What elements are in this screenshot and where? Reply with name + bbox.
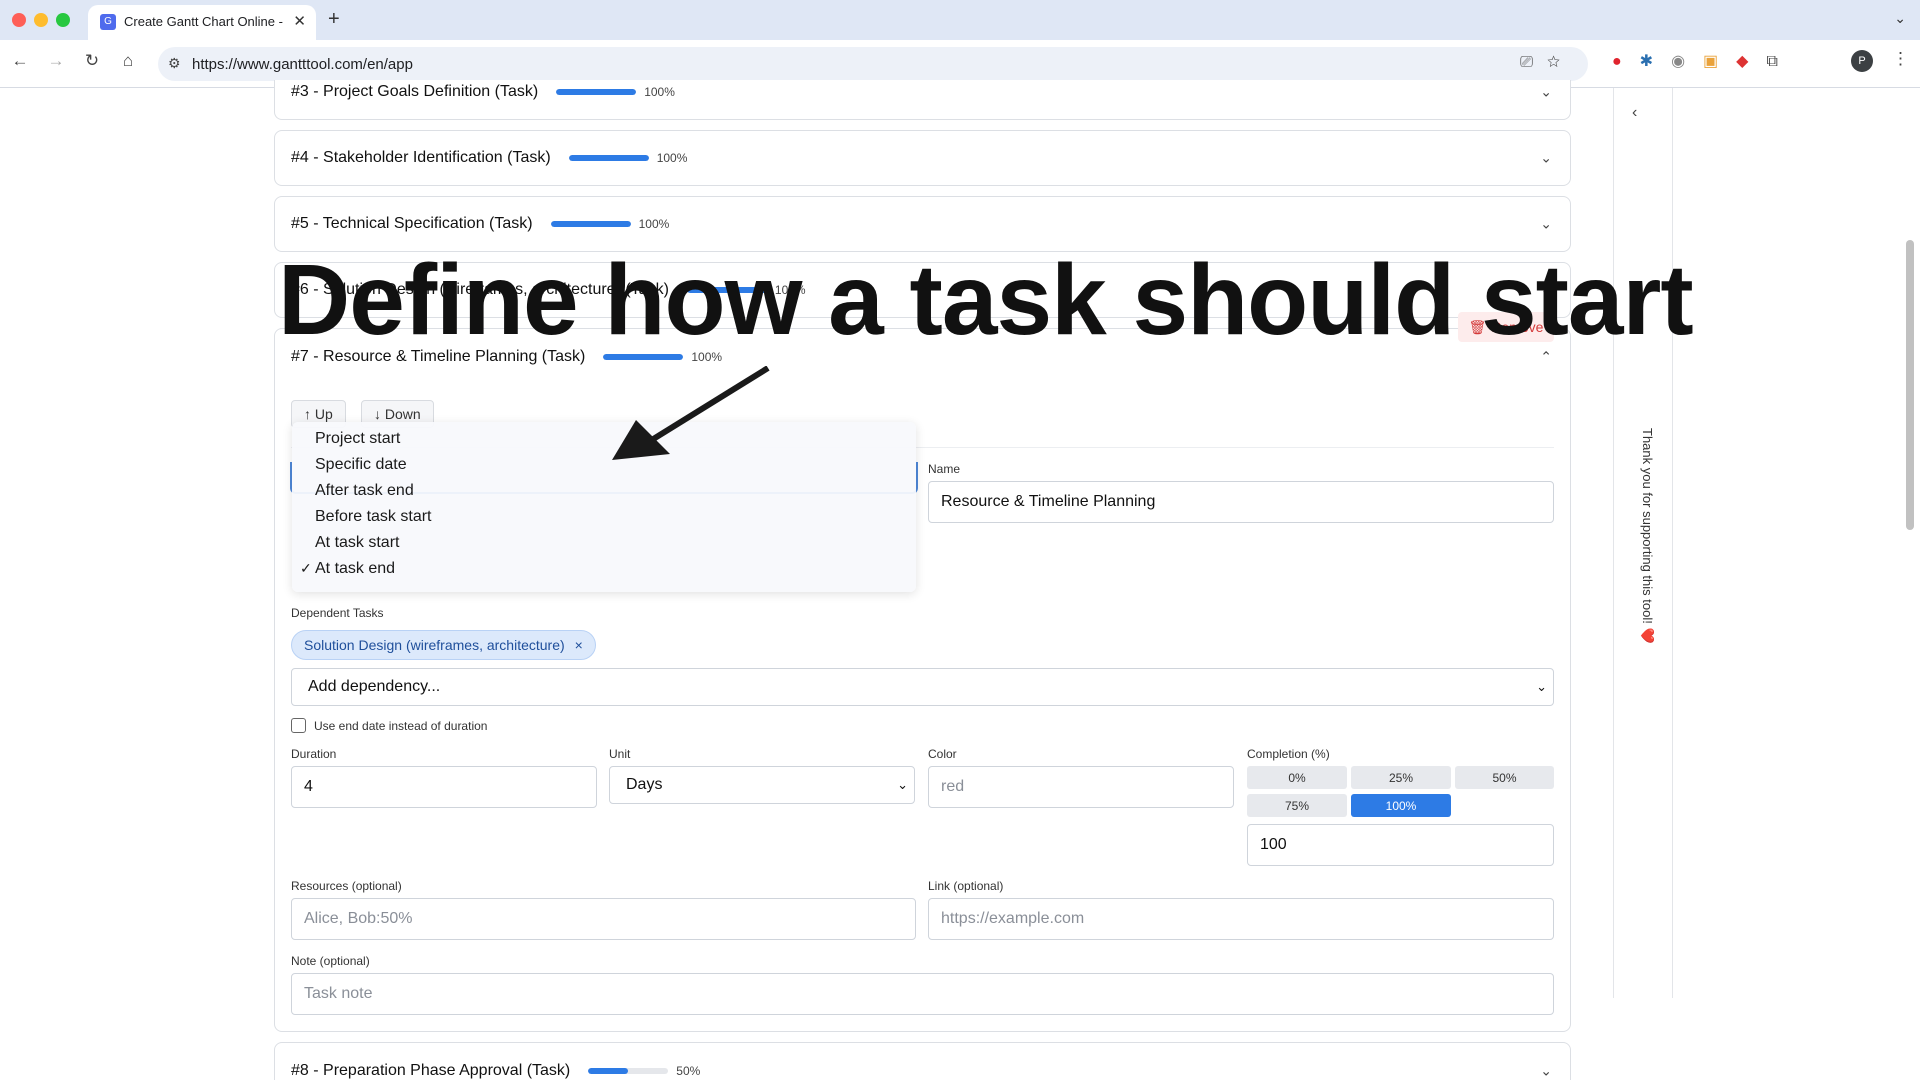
tutorial-headline: Define how a task should start (278, 244, 1694, 356)
tab-close-icon[interactable]: ✕ (293, 12, 306, 30)
close-window-button[interactable] (12, 13, 26, 27)
task-title: #8 - Preparation Phase Approval (Task) (291, 1062, 571, 1079)
install-app-icon[interactable]: ⎚ (1520, 54, 1547, 71)
task-progress-label: 100% (638, 217, 670, 231)
chevron-down-icon[interactable]: ⌄ (1540, 1063, 1552, 1080)
browser-tab[interactable]: G Create Gantt Chart Online - F ✕ (88, 5, 316, 40)
name-input[interactable]: Resource & Timeline Planning (928, 481, 1554, 523)
completion-label: Completion (%) (1247, 747, 1330, 761)
zoom-window-button[interactable] (56, 13, 70, 27)
dropdown-option[interactable]: At task start (315, 534, 399, 552)
checkmark-icon: ✓ (300, 560, 312, 576)
chevron-down-icon: ⌄ (1536, 679, 1547, 694)
url-text[interactable]: https://www.gantttool.com/en/app (192, 56, 413, 73)
use-end-date-label: Use end date instead of duration (314, 719, 488, 733)
note-extension-icon[interactable]: ▣ (1703, 53, 1736, 70)
link-label: Link (optional) (928, 879, 1004, 893)
dependent-tasks-label: Dependent Tasks (291, 606, 384, 620)
completion-25-button[interactable]: 25% (1351, 766, 1451, 789)
color-label: Color (928, 747, 957, 761)
close-icon[interactable]: × (575, 637, 583, 653)
completion-75-button[interactable]: 75% (1247, 794, 1347, 817)
profile-avatar[interactable]: P (1851, 50, 1873, 72)
arrow-down-icon: ↓ (374, 406, 385, 422)
tab-title: Create Gantt Chart Online - F (124, 14, 284, 29)
page-scrollbar[interactable] (1906, 240, 1914, 530)
task-progress-bar (568, 155, 649, 161)
task-title: #3 - Project Goals Definition (Task) (291, 82, 539, 100)
name-label: Name (928, 462, 961, 476)
completion-100-button[interactable]: 100% (1351, 794, 1451, 817)
dropdown-option[interactable]: After task end (315, 482, 414, 500)
duration-label: Duration (291, 747, 337, 761)
favicon-icon: G (100, 14, 116, 30)
puzzle-extensions-icon[interactable]: ⧉ (1766, 53, 1795, 70)
task-progress-label: 50% (676, 1064, 701, 1078)
task-progress-label: 100% (656, 151, 688, 165)
completion-0-button[interactable]: 0% (1247, 766, 1347, 789)
chevron-left-icon[interactable]: ‹ (1632, 104, 1637, 122)
task-progress-bar (588, 1068, 669, 1074)
resources-input[interactable]: Alice, Bob:50% (291, 898, 916, 940)
back-icon[interactable]: ← (8, 51, 32, 71)
completion-input[interactable]: 100 (1247, 824, 1554, 866)
task-progress-bar (550, 221, 631, 227)
task-header: #8 - Preparation Phase Approval (Task) 5… (291, 1043, 700, 1080)
start-type-dropdown: Project start Specific date After task e… (292, 422, 916, 592)
dropdown-option[interactable]: Before task start (315, 508, 432, 526)
browser-chrome: G Create Gantt Chart Online - F ✕ + ⌄ ← … (0, 0, 1920, 88)
link-input[interactable]: https://example.com (928, 898, 1554, 940)
support-text: Thank you for supporting this tool! ❤️ (1640, 428, 1655, 644)
task-title: #4 - Stakeholder Identification (Task) (291, 149, 551, 166)
use-end-date-checkbox[interactable] (291, 718, 306, 733)
note-label: Note (optional) (291, 954, 370, 968)
task-header: #3 - Project Goals Definition (Task) 100… (291, 72, 675, 111)
chevron-down-icon[interactable]: ⌄ (1540, 84, 1552, 101)
task-card[interactable]: #3 - Project Goals Definition (Task) 100… (274, 80, 1571, 120)
task-progress-label: 100% (644, 84, 675, 99)
dependency-chip: Solution Design (wireframes, architectur… (291, 630, 596, 660)
task-card[interactable]: #4 - Stakeholder Identification (Task) 1… (274, 130, 1571, 186)
chevron-down-icon[interactable]: ⌄ (1540, 216, 1552, 233)
resources-label: Resources (optional) (291, 879, 402, 893)
new-tab-icon[interactable]: + (328, 8, 340, 31)
unit-select[interactable]: Days ⌄ (609, 766, 915, 804)
chevron-down-icon: ⌄ (897, 777, 908, 792)
task-card[interactable]: #8 - Preparation Phase Approval (Task) 5… (274, 1042, 1571, 1080)
omnibox-actions: ⎚☆ (1520, 54, 1574, 72)
bookmark-star-icon[interactable]: ☆ (1547, 54, 1574, 71)
completion-50-button[interactable]: 50% (1455, 766, 1554, 789)
task-title: #5 - Technical Specification (Task) (291, 215, 533, 232)
site-info-icon[interactable]: ⚙ (168, 55, 181, 72)
home-icon[interactable]: ⌂ (116, 51, 140, 71)
chevron-down-icon[interactable]: ⌄ (1540, 150, 1552, 167)
dropdown-option[interactable]: Project start (315, 430, 400, 448)
dropdown-option-selected[interactable]: At task end (315, 560, 395, 578)
support-side-panel: ‹ Thank you for supporting this tool! ❤️ (1613, 88, 1673, 998)
dropdown-option[interactable]: Specific date (315, 456, 407, 474)
tutorial-arrow-icon (612, 366, 770, 460)
forward-icon[interactable]: → (44, 51, 68, 71)
reload-icon[interactable]: ↻ (80, 51, 104, 71)
tab-search-chevron-icon[interactable]: ⌄ (1894, 10, 1906, 27)
camera-extension-icon[interactable]: ◉ (1671, 53, 1703, 70)
more-menu-icon[interactable]: ⋮ (1892, 49, 1909, 69)
unit-label: Unit (609, 747, 631, 761)
tab-bar: G Create Gantt Chart Online - F ✕ + ⌄ (0, 0, 1920, 40)
arrow-up-icon: ↑ (304, 406, 315, 422)
task-progress-bar (556, 88, 637, 95)
note-input[interactable]: Task note (291, 973, 1554, 1015)
gear-extension-icon[interactable]: ✱ (1640, 53, 1671, 70)
add-dependency-select[interactable]: Add dependency... ⌄ (291, 668, 1554, 706)
extension-icons: ●✱◉▣◆⧉ (1612, 51, 1796, 71)
opera-extension-icon[interactable]: ● (1612, 53, 1640, 70)
color-input[interactable]: red (928, 766, 1234, 808)
minimize-window-button[interactable] (34, 13, 48, 27)
color-extension-icon[interactable]: ◆ (1736, 53, 1766, 70)
duration-input[interactable]: 4 (291, 766, 597, 808)
task-header: #4 - Stakeholder Identification (Task) 1… (291, 131, 687, 185)
